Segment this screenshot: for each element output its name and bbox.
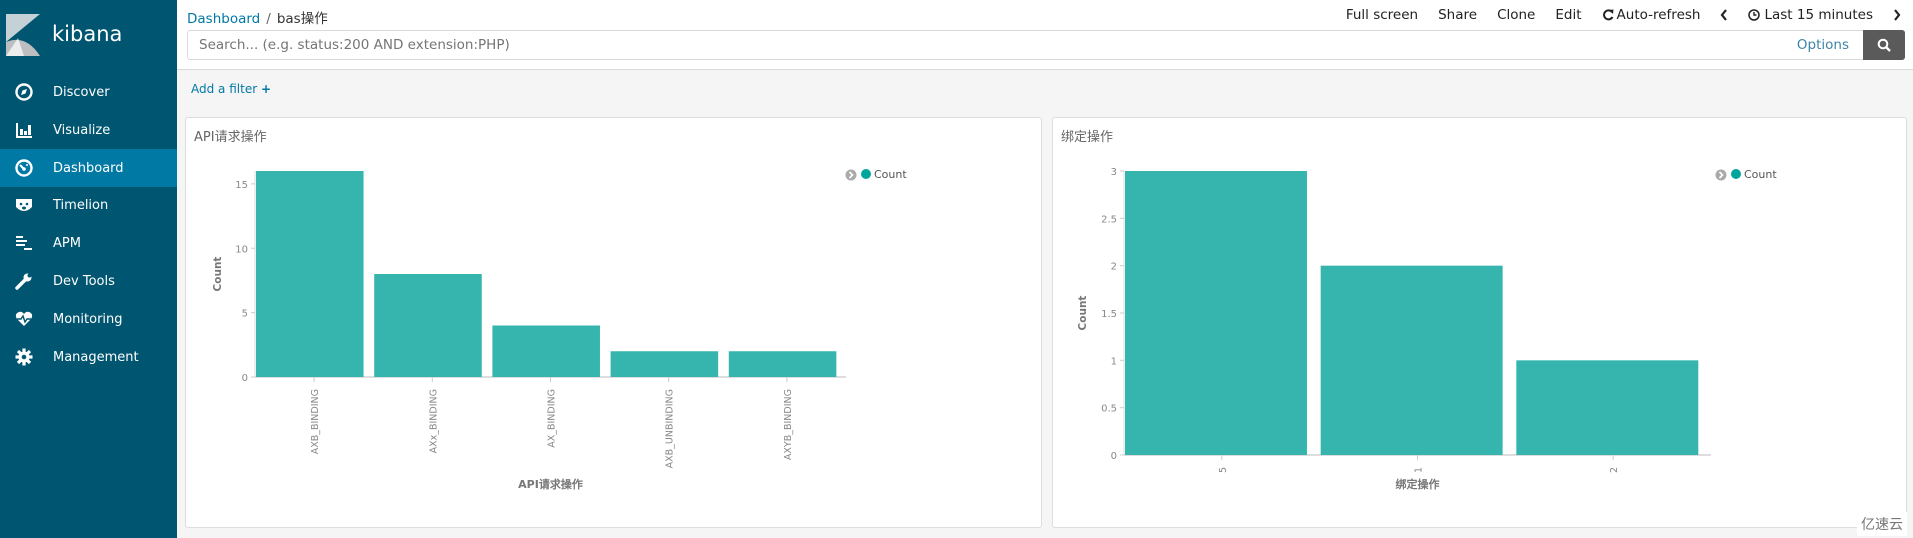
y-tick-label: 0: [1111, 451, 1117, 462]
bar: [374, 274, 482, 377]
search-input[interactable]: [188, 31, 1797, 59]
y-axis-title: Count: [1077, 296, 1089, 331]
sidebar-item-label: Dashboard: [53, 160, 124, 176]
x-axis-title: API请求操作: [518, 477, 583, 491]
panel-api-requests: API请求操作 0 5 10 15 AXB_BINDING AXx_BINDING AX_B…: [185, 117, 1042, 528]
x-tick-label: 5: [1218, 467, 1229, 473]
top-menu: Full screen Share Clone Edit Auto-refres…: [1346, 7, 1913, 23]
sidebar-item-visualize[interactable]: Visualize: [0, 111, 177, 149]
y-tick-label: 0: [242, 373, 248, 384]
auto-refresh-button[interactable]: Auto-refresh: [1602, 7, 1701, 23]
auto-refresh-label: Auto-refresh: [1616, 7, 1701, 23]
legend-toggle-icon[interactable]: [1715, 169, 1727, 181]
sidebar-item-apm[interactable]: APM: [0, 224, 177, 262]
legend-toggle-icon[interactable]: [845, 169, 857, 181]
bar-chart-icon: [16, 123, 32, 138]
plus-icon: +: [260, 82, 272, 96]
sidebar-item-dashboard[interactable]: Dashboard: [0, 149, 177, 187]
kibana-logo-text: kibana: [52, 22, 123, 46]
time-range-label: Last 15 minutes: [1764, 7, 1873, 23]
bar: [1320, 265, 1503, 455]
y-tick-label: 0.5: [1101, 404, 1117, 415]
dashboard-gauge-icon: [15, 159, 33, 177]
x-tick-label: AX_BINDING: [547, 389, 558, 448]
sidebar-item-dev-tools[interactable]: Dev Tools: [0, 262, 177, 300]
top-bar: Dashboard / bas操作 Full screen Share Clone …: [177, 0, 1913, 70]
bear-icon: [16, 199, 32, 211]
y-axis-title: Count: [212, 257, 224, 292]
bar: [1125, 171, 1307, 455]
bar-chart: 0 0.5 1 1.5 2 2.5 3 5 1 2 绑定操作 Count Count: [1077, 167, 1777, 491]
x-tick-label: 1: [1414, 467, 1425, 473]
kibana-logo-icon: [6, 14, 40, 56]
y-tick-label: 15: [235, 180, 248, 191]
panel-binding: 绑定操作 0 0.5 1 1.5 2 2.5 3 5 1 2 绑定操作 Count Count: [1052, 117, 1907, 528]
bar: [492, 325, 600, 377]
x-tick-label: AXYB_BINDING: [783, 389, 794, 460]
heartbeat-icon: [15, 311, 33, 326]
bar-chart: 0 5 10 15 AXB_BINDING AXx_BINDING AX_BINDING AX…: [212, 168, 907, 491]
search-bar: Options: [187, 30, 1905, 60]
y-tick-label: 10: [235, 244, 248, 255]
sidebar-item-label: APM: [53, 235, 81, 251]
x-tick-label: 2: [1609, 467, 1620, 473]
x-axis-title: 绑定操作: [1396, 477, 1440, 491]
breadcrumb-current: bas操作: [276, 11, 328, 27]
refresh-icon: [1602, 9, 1614, 21]
add-filter-label: Add a filter: [191, 82, 258, 96]
gear-icon: [15, 348, 33, 366]
bar: [610, 351, 719, 377]
clock-icon: [1748, 9, 1761, 21]
x-tick-label: AXx_BINDING: [428, 389, 439, 453]
compass-icon: [15, 83, 33, 101]
search-icon: [1877, 38, 1891, 52]
bar: [728, 351, 837, 377]
options-button[interactable]: Options: [1797, 37, 1849, 53]
wrench-icon: [15, 273, 32, 290]
breadcrumb-dashboard[interactable]: Dashboard: [187, 11, 260, 27]
breadcrumb: Dashboard / bas操作: [187, 11, 328, 27]
chevron-left-icon: [1721, 9, 1728, 21]
sidebar: kibana Discover Visualize Dashboard Timelio…: [0, 0, 177, 538]
legend-label[interactable]: Count: [1744, 168, 1777, 181]
edit-button[interactable]: Edit: [1555, 7, 1581, 23]
time-next-button[interactable]: [1893, 7, 1901, 23]
sidebar-item-label: Timelion: [53, 197, 109, 213]
sidebar-item-label: Monitoring: [53, 311, 123, 327]
y-tick-label: 1.5: [1101, 309, 1117, 320]
sidebar-item-management[interactable]: Management: [0, 338, 177, 376]
full-screen-button[interactable]: Full screen: [1346, 7, 1418, 23]
time-picker-button[interactable]: Last 15 minutes: [1748, 7, 1873, 23]
sidebar-item-label: Dev Tools: [53, 273, 115, 289]
y-tick-label: 3: [1111, 167, 1117, 178]
y-tick-label: 2.5: [1101, 214, 1117, 225]
legend-swatch: [861, 169, 871, 179]
bar: [256, 171, 364, 377]
sidebar-item-label: Management: [53, 349, 139, 365]
clone-button[interactable]: Clone: [1497, 7, 1535, 23]
sidebar-item-label: Visualize: [53, 122, 111, 138]
search-button[interactable]: [1863, 30, 1905, 60]
time-prev-button[interactable]: [1720, 7, 1728, 23]
sidebar-item-discover[interactable]: Discover: [0, 73, 177, 111]
y-tick-label: 5: [242, 309, 248, 320]
legend-swatch: [1731, 169, 1741, 179]
share-button[interactable]: Share: [1438, 7, 1477, 23]
chevron-right-icon: [1894, 9, 1901, 21]
legend-label[interactable]: Count: [874, 168, 907, 181]
sidebar-item-label: Discover: [53, 84, 110, 100]
y-tick-label: 1: [1111, 356, 1117, 367]
bar: [1516, 360, 1699, 455]
x-tick-label: AXB_BINDING: [310, 389, 321, 454]
apm-lines-icon: [16, 236, 32, 250]
sidebar-item-monitoring[interactable]: Monitoring: [0, 300, 177, 338]
x-tick-label: AXB_UNBINDING: [665, 389, 676, 468]
add-filter-button[interactable]: Add a filter +: [191, 82, 271, 96]
y-tick-label: 2: [1111, 262, 1117, 273]
kibana-logo[interactable]: kibana: [0, 0, 177, 70]
watermark: 亿速云: [1857, 512, 1907, 536]
sidebar-item-timelion[interactable]: Timelion: [0, 186, 177, 224]
